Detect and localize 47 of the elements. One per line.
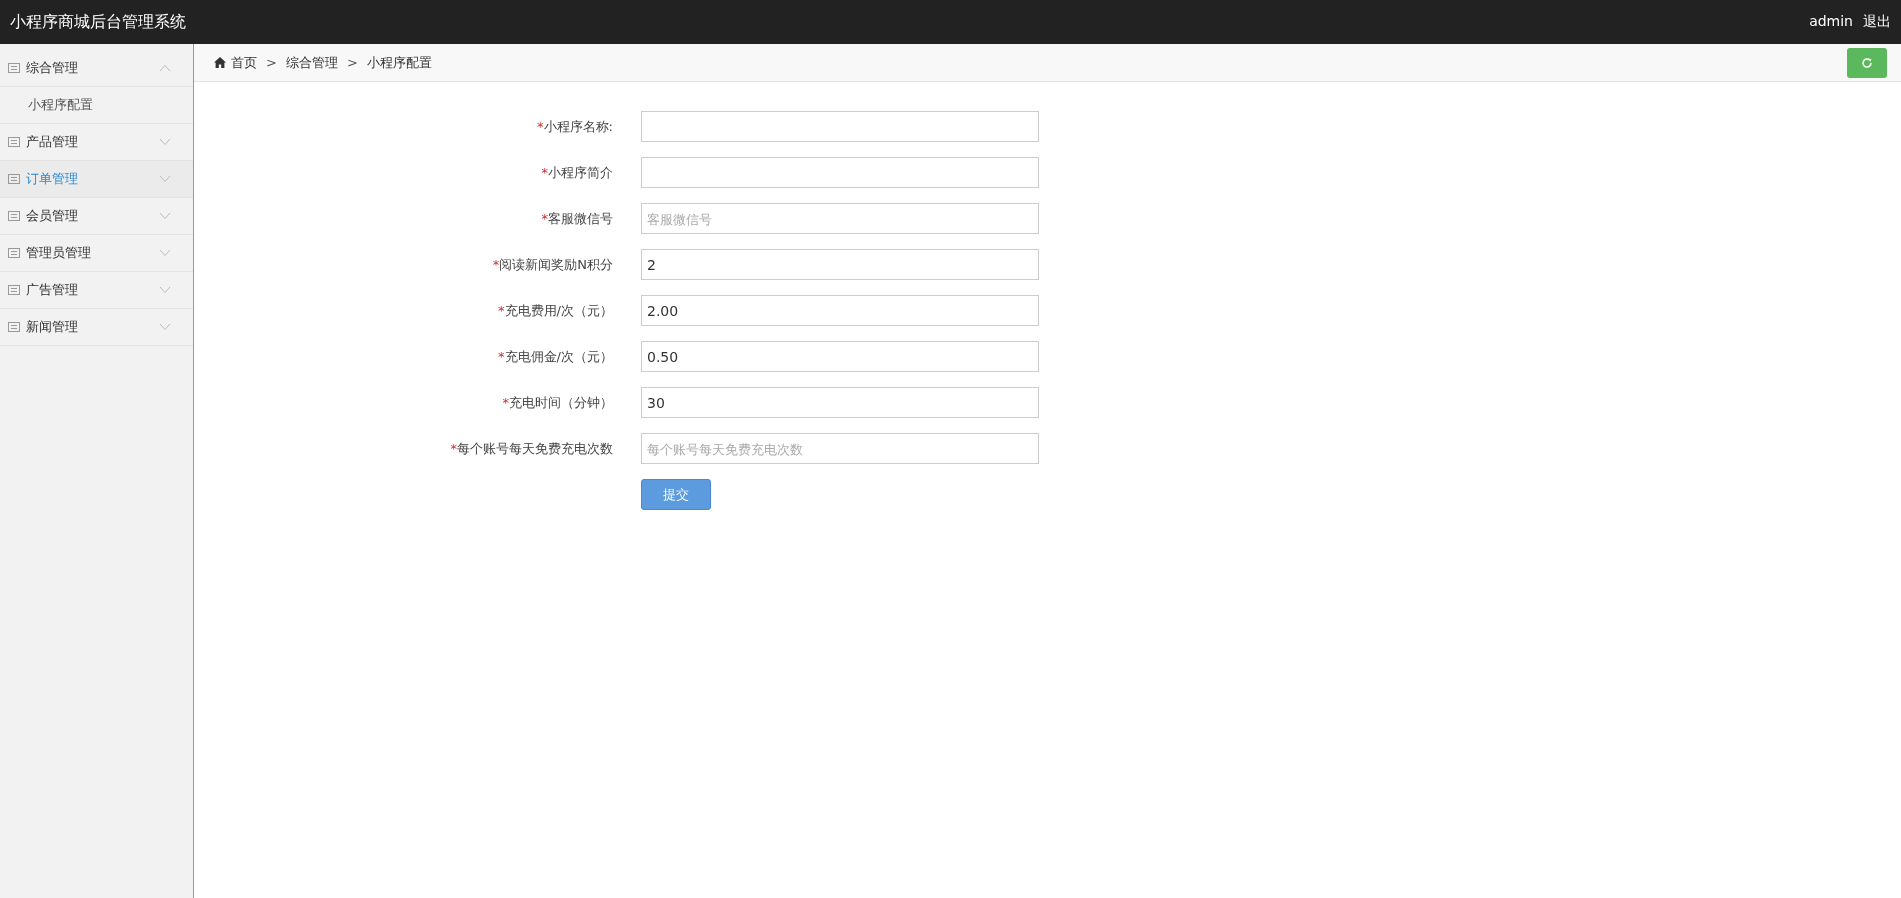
- list-icon: [8, 173, 20, 185]
- menu-label: 综合管理: [26, 59, 79, 77]
- menu-label: 产品管理: [26, 133, 79, 151]
- breadcrumb-link[interactable]: 小程序配置: [366, 53, 432, 72]
- input-field[interactable]: 客服微信号: [641, 203, 1039, 234]
- breadcrumb-link[interactable]: 综合管理: [285, 53, 338, 72]
- field-label: *充电时间（分钟）: [501, 393, 613, 412]
- breadcrumb-separator: >: [346, 55, 358, 70]
- breadcrumb-separator: >: [266, 55, 277, 70]
- input-field[interactable]: 2.00: [641, 295, 1039, 326]
- field-label: *充电佣金/次（元）: [497, 347, 613, 366]
- sidebar-item[interactable]: 会员管理: [0, 198, 193, 235]
- input-field[interactable]: 30: [641, 387, 1039, 418]
- breadcrumb-link[interactable]: 首页: [231, 53, 257, 72]
- input-field[interactable]: 每个账号每天免费充电次数: [641, 433, 1039, 464]
- sidebar-item[interactable]: 新闻管理: [0, 309, 193, 346]
- submenu-item[interactable]: 小程序配置: [0, 87, 193, 124]
- menu-label: 新闻管理: [26, 318, 79, 336]
- refresh-button[interactable]: [1847, 47, 1887, 78]
- logout-link[interactable]: 退出: [1863, 13, 1891, 31]
- sidebar-item[interactable]: 广告管理: [0, 272, 193, 309]
- list-icon: [8, 62, 20, 74]
- field-label: *充电费用/次（元）: [497, 301, 613, 320]
- sidebar-item[interactable]: 管理员管理: [0, 235, 193, 272]
- input-field[interactable]: 0.50: [641, 341, 1039, 372]
- input-field[interactable]: [641, 111, 1039, 142]
- list-icon: [8, 284, 20, 296]
- list-icon: [8, 136, 20, 148]
- sidebar-item[interactable]: 综合管理: [0, 50, 193, 87]
- refresh-icon: [1861, 56, 1873, 69]
- home-icon: [214, 57, 226, 68]
- field-label: *每个账号每天免费充电次数: [449, 439, 613, 458]
- list-icon: [8, 321, 20, 333]
- app-title: 小程序商城后台管理系统: [10, 11, 186, 33]
- input-field[interactable]: [641, 157, 1039, 188]
- field-label: *阅读新闻奖励N积分: [491, 255, 613, 274]
- field-label: *小程序简介: [540, 163, 613, 182]
- list-icon: [8, 247, 20, 259]
- field-label: *客服微信号: [540, 209, 613, 228]
- input-field[interactable]: 2: [641, 249, 1039, 280]
- menu-label: 会员管理: [26, 207, 79, 225]
- field-label: *小程序名称:: [536, 117, 613, 136]
- menu-label: 管理员管理: [26, 244, 92, 262]
- menu-label: 广告管理: [26, 281, 79, 299]
- menu-label: 订单管理: [26, 170, 79, 188]
- list-icon: [8, 210, 20, 222]
- user-link[interactable]: admin: [1809, 13, 1853, 31]
